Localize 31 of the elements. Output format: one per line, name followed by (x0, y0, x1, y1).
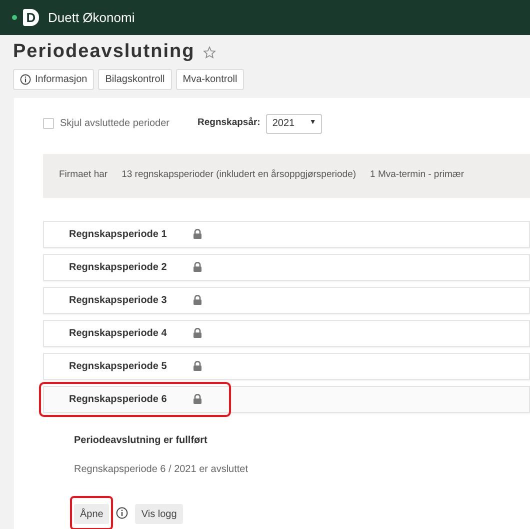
logo-icon: D (23, 9, 39, 26)
detail-message: Regnskapsperiode 6 / 2021 er avsluttet (74, 462, 249, 476)
summary-text: Firmaet har (59, 168, 108, 182)
period-label: Regnskapsperiode 6 (69, 392, 168, 406)
period-row[interactable]: Regnskapsperiode 1 (43, 220, 530, 248)
detail-heading: Periodeavslutning er fullført (74, 434, 208, 448)
period-label: Regnskapsperiode 4 (69, 326, 168, 340)
period-label: Regnskapsperiode 3 (69, 294, 168, 308)
period-label: Regnskapsperiode 1 (69, 228, 168, 242)
period-row[interactable]: Regnskapsperiode 6 (43, 386, 530, 412)
page-title: Periodeavslutning (13, 40, 195, 64)
app-name: Duett Økonomi (48, 8, 135, 27)
checkbox-label: Skjul avsluttede perioder (60, 117, 170, 131)
period-row[interactable]: Regnskapsperiode 4 (43, 320, 530, 346)
star-icon[interactable] (202, 46, 216, 59)
checkbox[interactable] (43, 118, 54, 129)
period-row[interactable]: Regnskapsperiode 2 (43, 254, 530, 280)
period-row[interactable]: Regnskapsperiode 5 (43, 352, 530, 380)
year-label: Regnskapsår: (198, 116, 260, 130)
info-icon (20, 74, 31, 84)
summary-text: 13 regnskapsperioder (inkludert en årsoppgjørsperiode) (122, 168, 356, 182)
info-icon (116, 506, 128, 518)
action-button[interactable]: Vis logg (135, 504, 183, 524)
period-label: Regnskapsperiode 2 (69, 260, 168, 274)
tab[interactable]: Bilagskontroll (98, 68, 172, 90)
tab[interactable]: Mva-kontroll (176, 68, 244, 90)
action-button[interactable]: Åpne (74, 504, 110, 524)
summary-text: 1 Mva-termin - primær (370, 168, 464, 182)
tab[interactable]: Informasjon (13, 68, 94, 90)
period-row[interactable]: Regnskapsperiode 3 (43, 286, 530, 314)
period-label: Regnskapsperiode 5 (69, 360, 168, 374)
